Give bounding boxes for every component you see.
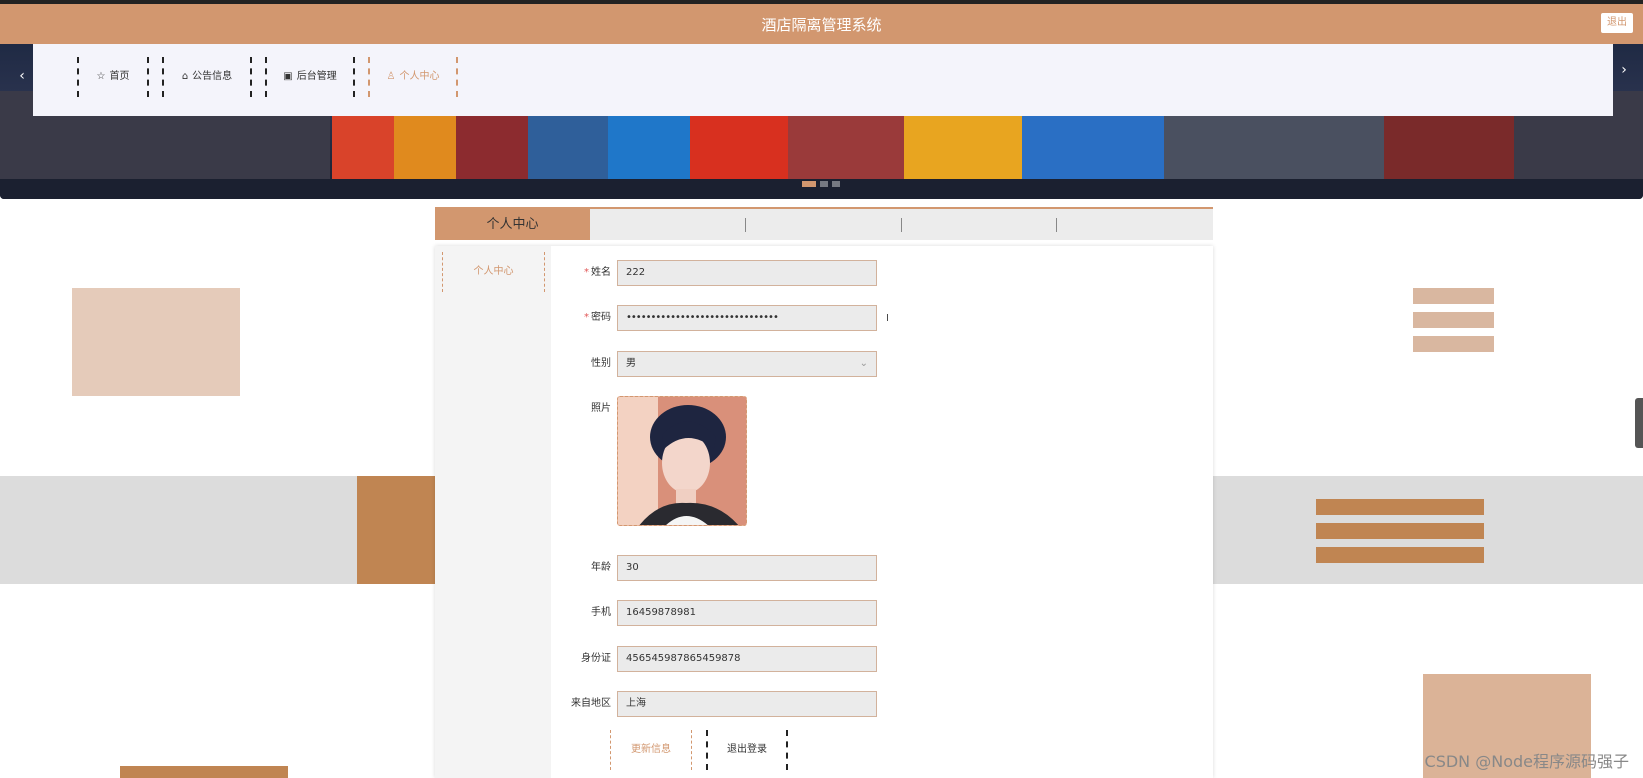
required-mark: * — [584, 312, 589, 323]
avatar-photo — [618, 397, 746, 525]
nav-item-notice[interactable]: ⌂ 公告信息 — [162, 57, 252, 97]
update-info-button[interactable]: 更新信息 — [610, 730, 692, 770]
divider — [745, 218, 746, 232]
carousel-dot[interactable] — [832, 181, 840, 187]
scrollbar[interactable] — [1635, 398, 1643, 448]
top-bar: 酒店隔离管理系统 退出 — [0, 0, 1643, 44]
carousel-indicators[interactable] — [802, 181, 840, 187]
name-row: * 姓名 222 — [551, 260, 877, 286]
name-label: * 姓名 — [584, 260, 611, 286]
section-header: 个人中心 — [435, 207, 1213, 240]
bag-icon: ⌂ — [181, 71, 189, 82]
chevron-right-icon[interactable]: › — [1614, 50, 1634, 90]
gender-label: 性别 — [591, 358, 611, 369]
age-row: 年龄 30 — [551, 555, 877, 581]
logout-account-button[interactable]: 退出登录 — [706, 730, 788, 770]
password-label: * 密码 — [584, 305, 611, 331]
divider — [1056, 218, 1057, 232]
region-input[interactable]: 上海 — [617, 691, 877, 717]
page: 酒店隔离管理系统 退出 ‹ › ☆ 首页 ⌂ 公告信息 ▣ 后台管理 ♙ 个人中心 个人… — [0, 0, 1643, 778]
deco-bars-top-right — [1413, 288, 1494, 304]
deco-bar-bottom-left — [120, 766, 288, 778]
chevron-down-icon: ⌄ — [859, 358, 868, 369]
deco-bars-top-right — [1413, 336, 1494, 352]
password-row: * 密码 ••••••••••••••••••••••••••••••• I — [551, 305, 889, 331]
password-input[interactable]: ••••••••••••••••••••••••••••••• — [617, 305, 877, 331]
nav-item-home[interactable]: ☆ 首页 — [77, 57, 149, 97]
chevron-left-icon[interactable]: ‹ — [12, 56, 32, 96]
main-nav: ☆ 首页 ⌂ 公告信息 ▣ 后台管理 ♙ 个人中心 — [33, 44, 1613, 116]
phone-row: 手机 16459878981 — [551, 600, 877, 626]
nav-item-label: 公告信息 — [192, 71, 233, 82]
app-title: 酒店隔离管理系统 — [761, 16, 882, 34]
user-icon: ♙ — [386, 71, 396, 82]
id-card-row: 身份证 456545987865459878 — [551, 646, 877, 672]
photo-upload[interactable] — [617, 396, 747, 526]
sidebar: 个人中心 — [435, 246, 551, 778]
region-row: 来自地区 上海 — [551, 691, 877, 717]
carousel-dot[interactable] — [820, 181, 828, 187]
phone-label: 手机 — [591, 607, 611, 618]
nav-item-profile[interactable]: ♙ 个人中心 — [368, 57, 458, 97]
nav-item-label: 个人中心 — [399, 71, 440, 82]
gender-value: 男 — [626, 358, 636, 369]
photo-label: 照片 — [591, 403, 611, 414]
carousel-dot[interactable] — [802, 181, 816, 187]
phone-input[interactable]: 16459878981 — [617, 600, 877, 626]
divider — [901, 218, 902, 232]
box-icon: ▣ — [283, 71, 293, 82]
name-label-text: 姓名 — [591, 267, 611, 278]
gender-row: 性别 男 ⌄ — [551, 351, 877, 377]
required-mark: * — [584, 267, 589, 278]
profile-panel: 个人中心 * 姓名 222 * 密码 •••••••••••••••••••••••… — [435, 246, 1213, 778]
text-cursor-icon: I — [886, 313, 889, 324]
deco-square-center — [357, 476, 435, 584]
nav-item-admin[interactable]: ▣ 后台管理 — [265, 57, 355, 97]
age-input[interactable]: 30 — [617, 555, 877, 581]
deco-bars-mid-right — [1316, 523, 1484, 539]
deco-square-left — [72, 288, 240, 396]
section-title: 个人中心 — [435, 209, 590, 240]
password-value: ••••••••••••••••••••••••••••••• — [626, 312, 779, 323]
nav-item-label: 后台管理 — [296, 71, 337, 82]
age-label: 年龄 — [591, 562, 611, 573]
name-input[interactable]: 222 — [617, 260, 877, 286]
logout-button[interactable]: 退出 — [1601, 13, 1633, 33]
password-label-text: 密码 — [591, 312, 611, 323]
id-card-label: 身份证 — [581, 653, 611, 664]
deco-bars-mid-right — [1316, 547, 1484, 563]
star-icon: ☆ — [96, 71, 106, 82]
gender-select[interactable]: 男 ⌄ — [617, 351, 877, 377]
sidebar-item-profile[interactable]: 个人中心 — [442, 252, 545, 292]
watermark: CSDN @Node程序源码强子 — [1424, 752, 1629, 771]
id-card-input[interactable]: 456545987865459878 — [617, 646, 877, 672]
deco-bars-mid-right — [1316, 499, 1484, 515]
region-label: 来自地区 — [571, 698, 611, 709]
nav-item-label: 首页 — [109, 71, 130, 82]
deco-bars-top-right — [1413, 312, 1494, 328]
